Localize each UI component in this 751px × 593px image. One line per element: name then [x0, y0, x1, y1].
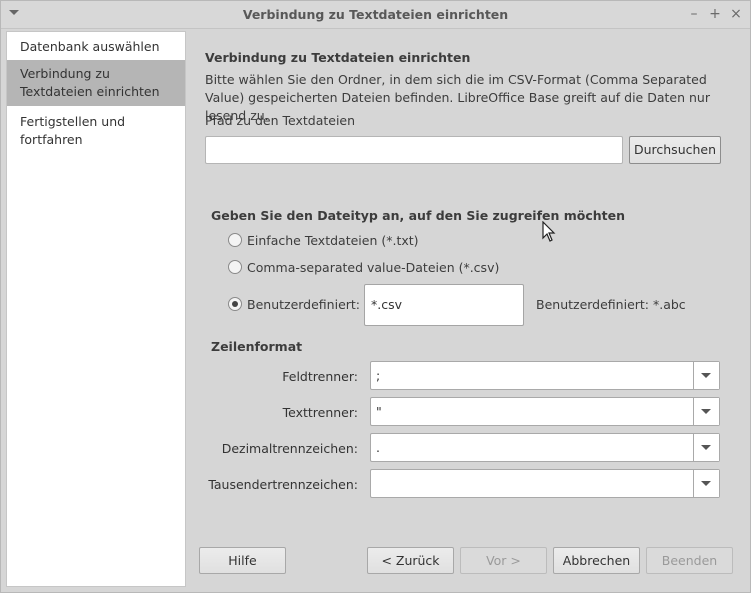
- text-delimiter-label: Texttrenner:: [282, 405, 358, 420]
- maximize-icon[interactable]: +: [707, 6, 723, 22]
- custom-hint: Benutzerdefiniert: *.abc: [536, 297, 686, 312]
- title-bar: Verbindung zu Textdateien einrichten – +…: [1, 1, 750, 29]
- thousands-separator-combo[interactable]: [370, 469, 720, 498]
- next-button[interactable]: Vor >: [460, 547, 547, 574]
- sidebar-item-fertigstellen[interactable]: Fertigstellen und fortfahren: [7, 113, 185, 149]
- dialog-window: Verbindung zu Textdateien einrichten – +…: [0, 0, 751, 593]
- sidebar-item-verbindung-textdateien[interactable]: Verbindung zu Textdateien einrichten: [7, 60, 185, 106]
- radio-custom-label[interactable]: Benutzerdefiniert:: [247, 297, 360, 312]
- mouse-pointer-icon: [542, 221, 556, 242]
- dropdown-button[interactable]: [693, 362, 719, 389]
- browse-button[interactable]: Durchsuchen: [629, 136, 721, 164]
- path-input[interactable]: [205, 136, 623, 164]
- field-separator-combo[interactable]: ;: [370, 361, 720, 390]
- minimize-icon[interactable]: –: [686, 6, 702, 22]
- sidebar-item-label: Verbindung zu Textdateien einrichten: [20, 66, 160, 99]
- chevron-down-icon: [701, 481, 711, 486]
- decimal-separator-label: Dezimaltrennzeichen:: [221, 441, 358, 456]
- decimal-separator-value: .: [376, 440, 380, 455]
- field-separator-label: Feldtrenner:: [282, 369, 358, 384]
- path-label: Pfad zu den Textdateien: [205, 113, 356, 128]
- decimal-separator-combo[interactable]: .: [370, 433, 720, 462]
- field-separator-value: ;: [376, 368, 381, 383]
- chevron-down-icon: [701, 409, 711, 414]
- text-delimiter-combo[interactable]: ": [370, 397, 720, 426]
- radio-csv[interactable]: [228, 260, 242, 274]
- thousands-separator-label: Tausendertrennzeichen:: [208, 477, 358, 492]
- cancel-button[interactable]: Abbrechen: [553, 547, 640, 574]
- custom-extension-input[interactable]: *.csv: [364, 284, 524, 326]
- chevron-down-icon: [701, 445, 711, 450]
- page-heading: Verbindung zu Textdateien einrichten: [205, 50, 471, 65]
- finish-button[interactable]: Beenden: [646, 547, 733, 574]
- radio-txt[interactable]: [228, 233, 242, 247]
- window-title: Verbindung zu Textdateien einrichten: [242, 7, 509, 22]
- sidebar-item-label: Fertigstellen und fortfahren: [20, 114, 126, 147]
- close-icon[interactable]: ×: [728, 6, 744, 22]
- rowformat-heading: Zeilenformat: [211, 339, 303, 354]
- wizard-steps-sidebar: Datenbank auswählen Verbindung zu Textda…: [6, 31, 186, 587]
- radio-custom[interactable]: [228, 297, 242, 311]
- radio-csv-label[interactable]: Comma-separated value-Dateien (*.csv): [247, 260, 499, 275]
- filetype-heading: Geben Sie den Dateityp an, auf den Sie z…: [211, 208, 626, 223]
- dropdown-button[interactable]: [693, 434, 719, 461]
- dropdown-button[interactable]: [693, 470, 719, 497]
- text-delimiter-value: ": [376, 404, 382, 419]
- sidebar-item-datenbank-auswaehlen[interactable]: Datenbank auswählen: [7, 38, 185, 56]
- radio-selected-dot: [232, 301, 238, 307]
- back-button[interactable]: < Zurück: [367, 547, 454, 574]
- dropdown-button[interactable]: [693, 398, 719, 425]
- wizard-page: Verbindung zu Textdateien einrichten Bit…: [187, 31, 750, 592]
- chevron-down-icon: [701, 373, 711, 378]
- help-button[interactable]: Hilfe: [199, 547, 286, 574]
- radio-txt-label[interactable]: Einfache Textdateien (*.txt): [247, 233, 419, 248]
- sidebar-item-label: Datenbank auswählen: [20, 39, 160, 54]
